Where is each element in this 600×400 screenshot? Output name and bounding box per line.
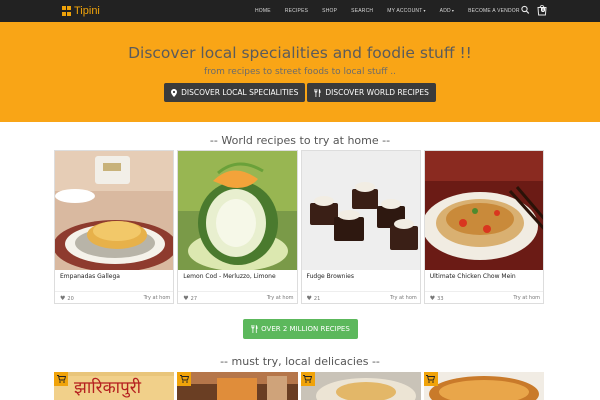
- likes-value: 27: [190, 295, 198, 302]
- fork-knife-icon: [314, 88, 321, 97]
- try-at-home-link[interactable]: Try at hom: [144, 295, 171, 301]
- brand-logo-link[interactable]: Tipini: [62, 3, 100, 19]
- likes-count[interactable]: ♥ 20: [60, 295, 74, 302]
- over-2-million-recipes-button[interactable]: OVER 2 MILLION RECIPES: [243, 319, 358, 339]
- map-marker-icon: [171, 88, 178, 97]
- over-2-million-recipes-label: OVER 2 MILLION RECIPES: [261, 325, 350, 333]
- nav-item-recipes[interactable]: RECIPES: [285, 8, 308, 14]
- discover-world-button[interactable]: DISCOVER WORLD RECIPES: [307, 83, 436, 102]
- nav-item-become-vendor[interactable]: BECOME A VENDOR: [468, 8, 520, 14]
- nav-item-add-label: ADD: [439, 8, 451, 14]
- cart-icon[interactable]: [177, 372, 192, 386]
- heart-icon: ♥: [429, 295, 436, 302]
- world-recipes-heading: -- World recipes to try at home --: [209, 134, 391, 147]
- nav-item-add[interactable]: ADD▾: [440, 8, 454, 14]
- nav-item-my-account-label: MY ACCOUNT: [387, 8, 423, 14]
- nav-item-search[interactable]: SEARCH: [351, 8, 373, 14]
- likes-count[interactable]: ♥ 21: [307, 295, 321, 302]
- recipe-photo-brownies: [301, 151, 420, 270]
- search-icon[interactable]: [521, 4, 530, 16]
- nav-menu: HOME RECIPES SHOP SEARCH MY ACCOUNT▾ ADD…: [255, 0, 534, 22]
- heart-icon: ♥: [306, 295, 312, 302]
- recipe-card[interactable]: Empanadas Gallega ♥ 20 Try at hom: [54, 150, 175, 304]
- top-navbar: Tipini HOME RECIPES SHOP SEARCH MY ACCOU…: [0, 0, 600, 22]
- local-card[interactable]: झारिकापुरी: [54, 372, 175, 400]
- svg-text:झारिकापुरी: झारिकापुरी: [74, 377, 142, 398]
- try-at-home-link[interactable]: Try at hom: [390, 295, 417, 301]
- cart-icon[interactable]: [300, 372, 315, 386]
- hero-banner: Discover local specialities and foodie s…: [0, 22, 600, 122]
- nav-item-home[interactable]: HOME: [255, 8, 271, 14]
- world-recipes-cards: Empanadas Gallega ♥ 20 Try at hom Lemon C…: [54, 150, 544, 304]
- shopping-bag-icon[interactable]: 0: [537, 4, 547, 16]
- local-delicacies-cards: झारिकापुरी: [54, 372, 544, 400]
- likes-count[interactable]: ♥ 27: [183, 295, 197, 302]
- recipe-title: Lemon Cod - Merluzzo, Limone: [183, 273, 276, 280]
- try-at-home-link[interactable]: Try at hom: [267, 295, 294, 301]
- hero-title: Discover local specialities and foodie s…: [128, 44, 472, 62]
- discover-world-label: DISCOVER WORLD RECIPES: [325, 88, 429, 97]
- caret-down-icon: ▾: [423, 8, 426, 13]
- caret-down-icon: ▾: [451, 8, 455, 13]
- recipe-card[interactable]: Fudge Brownies ♥ 21 Try at hom: [300, 150, 421, 304]
- fork-knife-icon: [251, 325, 258, 333]
- likes-count[interactable]: ♥ 33: [430, 295, 444, 302]
- recipe-title: Empanadas Gallega: [60, 273, 120, 280]
- heart-icon: ♥: [183, 295, 189, 302]
- likes-value: 20: [67, 295, 74, 302]
- recipe-footer: ♥ 20 Try at hom: [55, 291, 174, 304]
- local-card[interactable]: [177, 372, 298, 400]
- recipe-card[interactable]: Ultimate Chicken Chow Mein ♥ 33 Try at ho…: [423, 150, 544, 304]
- nav-item-my-account[interactable]: MY ACCOUNT▾: [387, 8, 425, 14]
- heart-icon: ♥: [60, 295, 66, 302]
- recipe-photo-lemon-cod: [178, 151, 297, 270]
- likes-value: 21: [313, 295, 321, 302]
- recipe-footer: ♥ 21 Try at hom: [301, 291, 420, 304]
- nav-item-shop[interactable]: SHOP: [322, 8, 337, 14]
- recipe-title: Fudge Brownies: [306, 273, 354, 280]
- discover-local-label: DISCOVER LOCAL SPECIALITIES: [181, 88, 299, 97]
- brand-name: Tipini: [74, 5, 100, 17]
- hero-buttons: DISCOVER LOCAL SPECIALITIES DISCOVER WOR…: [0, 83, 600, 102]
- nav-icons: 0: [521, 4, 547, 16]
- local-photo-sign: झारिकापुरी: [54, 372, 175, 400]
- local-photo-street: [177, 372, 298, 400]
- local-delicacies-heading: -- must try, local delicacies --: [220, 355, 380, 368]
- try-at-home-link[interactable]: Try at hom: [513, 295, 540, 301]
- discover-local-button[interactable]: DISCOVER LOCAL SPECIALITIES: [164, 83, 306, 102]
- grid-logo-icon: [62, 6, 72, 16]
- local-card[interactable]: [423, 372, 544, 400]
- recipe-card[interactable]: Lemon Cod - Merluzzo, Limone ♥ 27 Try at …: [177, 150, 298, 304]
- local-photo-dish: [300, 372, 421, 400]
- cart-icon[interactable]: [54, 372, 68, 386]
- likes-value: 33: [437, 295, 444, 302]
- cart-icon[interactable]: [423, 372, 438, 386]
- recipe-footer: ♥ 33 Try at hom: [424, 291, 543, 304]
- recipe-footer: ♥ 27 Try at hom: [178, 291, 297, 304]
- local-card[interactable]: [300, 372, 421, 400]
- recipe-photo-empanadas: [55, 151, 174, 270]
- recipe-title: Ultimate Chicken Chow Mein: [429, 273, 516, 280]
- recipe-photo-chow-mein: [424, 151, 543, 270]
- hero-subtitle: from recipes to street foods to local st…: [203, 67, 397, 77]
- local-photo-toast: [423, 372, 544, 400]
